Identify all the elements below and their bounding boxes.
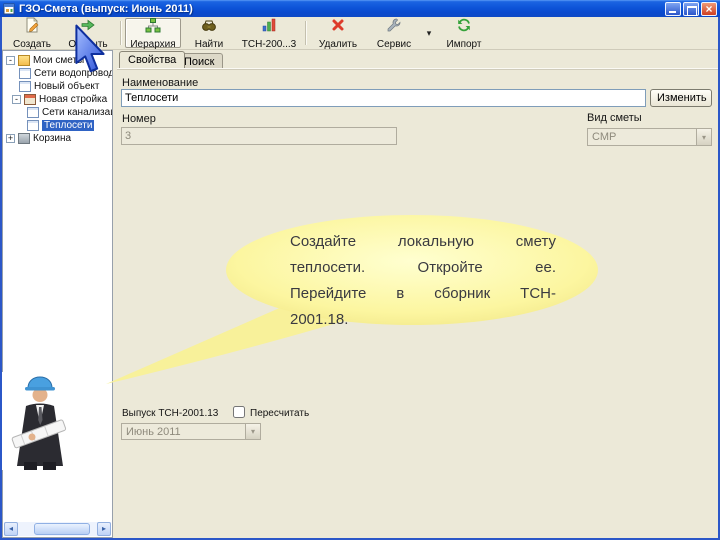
new-document-icon — [24, 17, 40, 38]
tsn-release-label: Выпуск ТСН-2001.13 — [122, 408, 218, 419]
tree-horizontal-scrollbar[interactable] — [4, 522, 111, 536]
title-bar: ГЗО-Смета (выпуск: Июнь 2011) — [0, 0, 720, 17]
service-button[interactable]: Сервис — [366, 18, 422, 48]
hierarchy-icon — [145, 17, 161, 38]
close-icon[interactable] — [701, 2, 717, 16]
scrollbar-thumb[interactable] — [34, 523, 90, 535]
chevron-down-icon[interactable] — [245, 424, 260, 439]
find-button[interactable]: Найти — [181, 18, 237, 48]
import-refresh-icon — [456, 17, 472, 38]
delete-button-label: Удалить — [319, 39, 357, 50]
delete-button[interactable]: Удалить — [310, 18, 366, 48]
change-button[interactable]: Изменить — [650, 89, 712, 107]
tab-properties[interactable]: Свойства — [119, 51, 185, 68]
number-input[interactable] — [121, 127, 397, 145]
bubble-line: Перейдите в сборник ТСН- — [290, 281, 556, 307]
release-period-value: Июнь 2011 — [126, 426, 181, 438]
tree-item-new-construction[interactable]: Новая стройка — [3, 93, 112, 106]
toolbar-separator — [305, 21, 306, 45]
scroll-right-icon[interactable] — [97, 522, 111, 536]
tsn-button-label: ТСН-200...3 — [242, 39, 296, 50]
name-input[interactable] — [121, 89, 646, 107]
toolbar-separator — [120, 21, 121, 45]
cursor-arrow-icon — [74, 24, 108, 76]
estimate-document-icon — [19, 68, 31, 79]
estimate-document-icon — [19, 81, 31, 92]
number-field-label: Номер — [122, 113, 156, 125]
app-icon — [3, 3, 15, 15]
recalculate-label: Пересчитать — [250, 408, 309, 419]
find-button-label: Найти — [195, 39, 224, 50]
estimate-document-icon — [27, 120, 39, 131]
tree-item-sewer-networks[interactable]: Сети канализации — [3, 106, 112, 119]
bubble-line: 2001.18. — [290, 307, 556, 333]
estimate-document-icon — [27, 107, 39, 118]
name-field-label: Наименование — [122, 77, 198, 89]
tab-strip-divider — [117, 68, 718, 69]
release-period-select[interactable]: Июнь 2011 — [121, 423, 261, 440]
recalculate-checkbox[interactable] — [233, 406, 245, 418]
scroll-left-icon[interactable] — [4, 522, 18, 536]
estimate-kind-value: СМР — [592, 131, 616, 143]
binoculars-icon — [201, 17, 217, 38]
tsn-button[interactable]: ТСН-200...3 — [237, 18, 301, 48]
hierarchy-button[interactable]: Иерархия — [125, 18, 181, 48]
hierarchy-button-label: Иерархия — [130, 39, 175, 50]
collapse-icon[interactable] — [6, 56, 15, 65]
speech-bubble-text: Создайте локальную смету теплосети. Откр… — [290, 229, 556, 333]
window-title: ГЗО-Смета (выпуск: Июнь 2011) — [19, 3, 193, 15]
expand-icon[interactable] — [6, 134, 15, 143]
tree-item-recycle-bin[interactable]: Корзина — [3, 132, 112, 145]
bubble-line: теплосети. Откройте ее. — [290, 255, 556, 281]
estimate-kind-select[interactable]: СМР — [587, 128, 712, 146]
recycle-bin-icon — [18, 133, 30, 144]
presenter-photo — [2, 372, 94, 470]
maximize-icon[interactable] — [683, 2, 699, 16]
building-icon — [24, 94, 36, 105]
create-button-label: Создать — [13, 39, 51, 50]
tree-item-new-object[interactable]: Новый объект — [3, 80, 112, 93]
estimate-kind-label: Вид сметы — [587, 112, 642, 124]
import-button[interactable]: Импорт — [436, 18, 492, 48]
create-button[interactable]: Создать — [4, 18, 60, 48]
collapse-icon[interactable] — [12, 95, 21, 104]
tsn-chart-icon — [261, 17, 277, 38]
service-wrench-icon — [386, 17, 402, 38]
toolbar: Создать Открыть Иерархия Найти ТСН-200..… — [2, 17, 718, 50]
import-button-label: Импорт — [447, 39, 482, 50]
service-menu-arrow-icon[interactable] — [422, 18, 436, 48]
delete-x-icon — [330, 17, 346, 38]
service-button-label: Сервис — [377, 39, 411, 50]
bubble-line: Создайте локальную смету — [290, 229, 556, 255]
chevron-down-icon[interactable] — [696, 129, 711, 145]
tree-item-heating-networks[interactable]: Теплосети — [3, 119, 112, 132]
folder-icon — [18, 55, 30, 66]
minimize-icon[interactable] — [665, 2, 681, 16]
